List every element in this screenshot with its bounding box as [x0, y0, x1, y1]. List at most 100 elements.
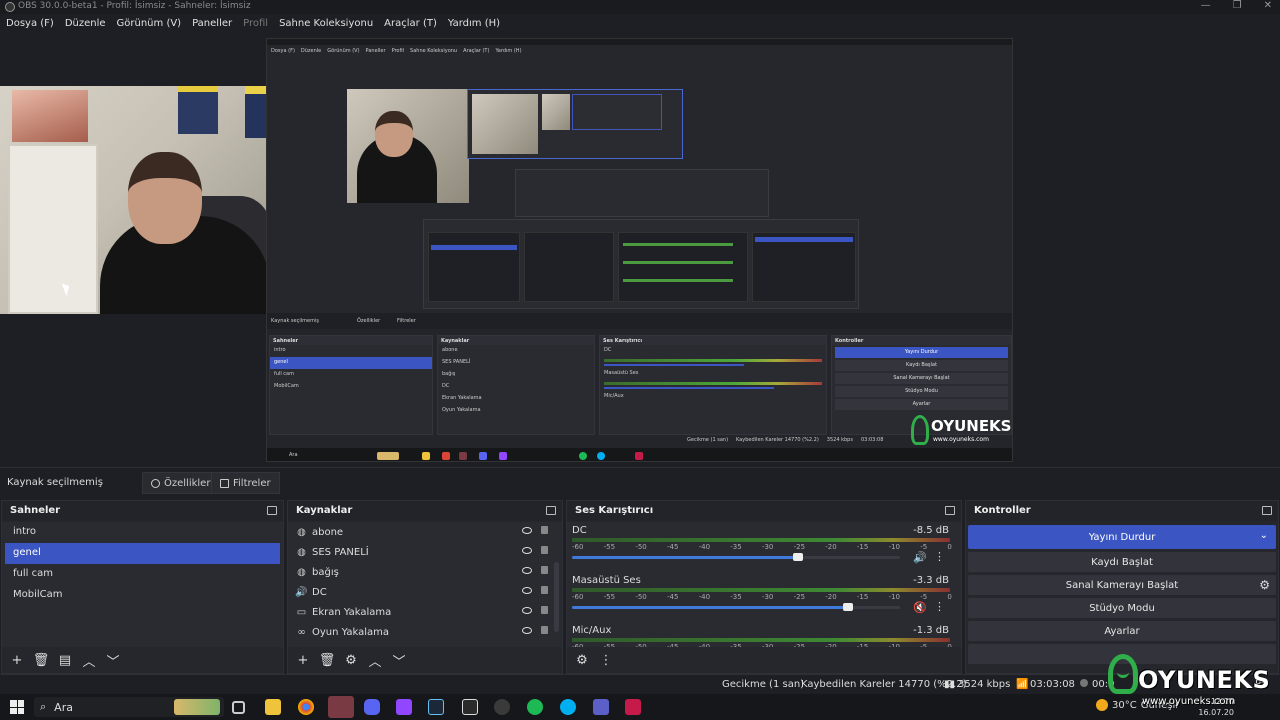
gog-icon[interactable]	[494, 699, 510, 715]
menu-profile[interactable]: Profil	[243, 18, 268, 29]
remove-source-icon[interactable]: 🗑	[318, 651, 336, 669]
nested-start-record: Kaydı Başlat	[835, 360, 1008, 371]
lock-icon[interactable]	[541, 546, 548, 554]
monitor-icon: ▭	[296, 606, 307, 618]
visibility-eye-icon[interactable]	[522, 527, 532, 534]
teams-icon[interactable]	[593, 699, 609, 715]
move-down-icon[interactable]: ﹀	[390, 651, 408, 670]
speaker-icon[interactable]: 🔊	[913, 551, 927, 564]
skype-icon[interactable]	[560, 699, 576, 715]
scene-filters-icon[interactable]: ▤	[56, 651, 74, 669]
muted-speaker-icon[interactable]: 🔇	[913, 601, 927, 614]
app-icon[interactable]	[625, 699, 641, 715]
menu-tools[interactable]: Araçlar (T)	[384, 18, 437, 29]
properties-button[interactable]: Özellikler	[142, 472, 220, 494]
lock-icon[interactable]	[541, 606, 548, 614]
undock-icon[interactable]	[945, 506, 955, 515]
sources-scrollbar[interactable]	[554, 562, 559, 632]
meter-tick-label: -40	[698, 543, 711, 551]
menu-scene-collection[interactable]: Sahne Koleksiyonu	[279, 18, 373, 29]
source-item[interactable]: ◍ abone	[288, 522, 562, 542]
gear-icon[interactable]: ⚙	[1259, 578, 1270, 592]
volume-slider[interactable]	[572, 603, 900, 611]
source-item[interactable]: ◍ bağış	[288, 562, 562, 582]
move-up-icon[interactable]: ︿	[80, 651, 98, 670]
add-source-icon[interactable]: +	[294, 651, 312, 669]
undock-icon[interactable]	[1262, 506, 1272, 515]
task-view-icon[interactable]	[232, 701, 245, 714]
meter-tick-label: -50	[635, 593, 647, 601]
nested-docks: Kaynak seçilmemiş Özellikler Filtreler S…	[267, 313, 1012, 461]
maximize-icon[interactable]: ❐	[1233, 0, 1242, 11]
sources-title: Kaynaklar	[296, 505, 353, 516]
source-item[interactable]: 🔊 DC	[288, 582, 562, 602]
undock-icon[interactable]	[267, 506, 277, 515]
minimize-icon[interactable]: —	[1201, 0, 1211, 11]
source-properties-icon[interactable]: ⚙	[342, 651, 360, 669]
spotify-icon[interactable]	[527, 699, 543, 715]
nested-slider	[604, 387, 774, 389]
twitch-icon[interactable]	[396, 699, 412, 715]
advanced-audio-icon[interactable]: ⚙	[573, 651, 591, 669]
remove-scene-icon[interactable]: 🗑	[32, 651, 50, 669]
lock-icon[interactable]	[541, 566, 548, 574]
scene-item-genel[interactable]: genel	[5, 543, 280, 564]
menu-docks[interactable]: Paneller	[192, 18, 232, 29]
nested-meter	[623, 279, 733, 282]
nested-source-toolbar: Kaynak seçilmemiş Özellikler Filtreler	[267, 313, 1012, 329]
studio-mode-button[interactable]: Stüdyo Modu	[968, 598, 1276, 618]
chevron-down-icon[interactable]: ⌄	[1260, 530, 1268, 541]
nested-delay: Gecikme (1 san)	[687, 437, 729, 443]
move-up-icon[interactable]: ︿	[366, 651, 384, 670]
volume-knob[interactable]	[793, 553, 804, 561]
search-highlight-icon[interactable]	[174, 699, 220, 715]
windows-start-icon[interactable]	[10, 700, 24, 714]
scene-item-full-cam[interactable]: full cam	[5, 564, 280, 585]
source-item[interactable]: ▭ Ekran Yakalama	[288, 602, 562, 622]
channel-menu-icon[interactable]: ⋮	[934, 600, 945, 613]
oyuneks-logo-icon	[1108, 654, 1138, 694]
start-recording-button[interactable]: Kaydı Başlat	[968, 552, 1276, 572]
visibility-eye-icon[interactable]	[522, 547, 532, 554]
visibility-eye-icon[interactable]	[522, 607, 532, 614]
chrome-icon[interactable]	[298, 699, 314, 715]
nested-scenes-panel: Sahneler intro genel full cam MobilCam	[269, 335, 433, 435]
menu-view[interactable]: Görünüm (V)	[117, 18, 182, 29]
visibility-eye-icon[interactable]	[522, 567, 532, 574]
visibility-eye-icon[interactable]	[522, 627, 532, 634]
nested-taskbar: Ara	[267, 448, 1012, 461]
mixer-menu-icon[interactable]: ⋮	[597, 651, 615, 669]
lock-icon[interactable]	[541, 586, 548, 594]
volume-knob[interactable]	[842, 603, 853, 611]
nested-settings: Ayarlar	[835, 399, 1008, 410]
file-explorer-icon[interactable]	[265, 699, 281, 715]
lock-icon[interactable]	[541, 626, 548, 634]
obs-taskbar-icon[interactable]	[328, 696, 354, 718]
scene-item-intro[interactable]: intro	[5, 522, 280, 543]
add-scene-icon[interactable]: +	[8, 651, 26, 669]
menu-file[interactable]: Dosya (F)	[6, 18, 54, 29]
filters-button[interactable]: Filtreler	[211, 472, 280, 494]
scene-item-mobilcam[interactable]: MobilCam	[5, 585, 280, 606]
nested-source: bağış	[442, 371, 456, 377]
lock-icon[interactable]	[541, 526, 548, 534]
epic-games-icon[interactable]	[462, 699, 478, 715]
preview-canvas[interactable]: Dosya (F) Düzenle Görünüm (V) Paneller P…	[0, 32, 1280, 465]
stop-stream-button[interactable]: Yayını Durdur ⌄	[968, 525, 1276, 549]
settings-button[interactable]: Ayarlar	[968, 621, 1276, 641]
source-item[interactable]: ∞ Oyun Yakalama	[288, 622, 562, 642]
source-item[interactable]: ◍ SES PANELİ	[288, 542, 562, 562]
move-down-icon[interactable]: ﹀	[104, 651, 122, 670]
volume-slider[interactable]	[572, 553, 900, 561]
filters-label: Filtreler	[233, 477, 271, 489]
channel-menu-icon[interactable]: ⋮	[934, 550, 945, 563]
menu-edit[interactable]: Düzenle	[65, 18, 106, 29]
steam-icon[interactable]	[428, 699, 444, 715]
menu-help[interactable]: Yardım (H)	[448, 18, 500, 29]
close-icon[interactable]: ✕	[1264, 0, 1272, 11]
undock-icon[interactable]	[546, 506, 556, 515]
visibility-eye-icon[interactable]	[522, 587, 532, 594]
nested-properties: Özellikler	[357, 318, 381, 324]
discord-icon[interactable]	[364, 699, 380, 715]
start-virtual-camera-button[interactable]: Sanal Kamerayı Başlat ⚙	[968, 575, 1276, 595]
